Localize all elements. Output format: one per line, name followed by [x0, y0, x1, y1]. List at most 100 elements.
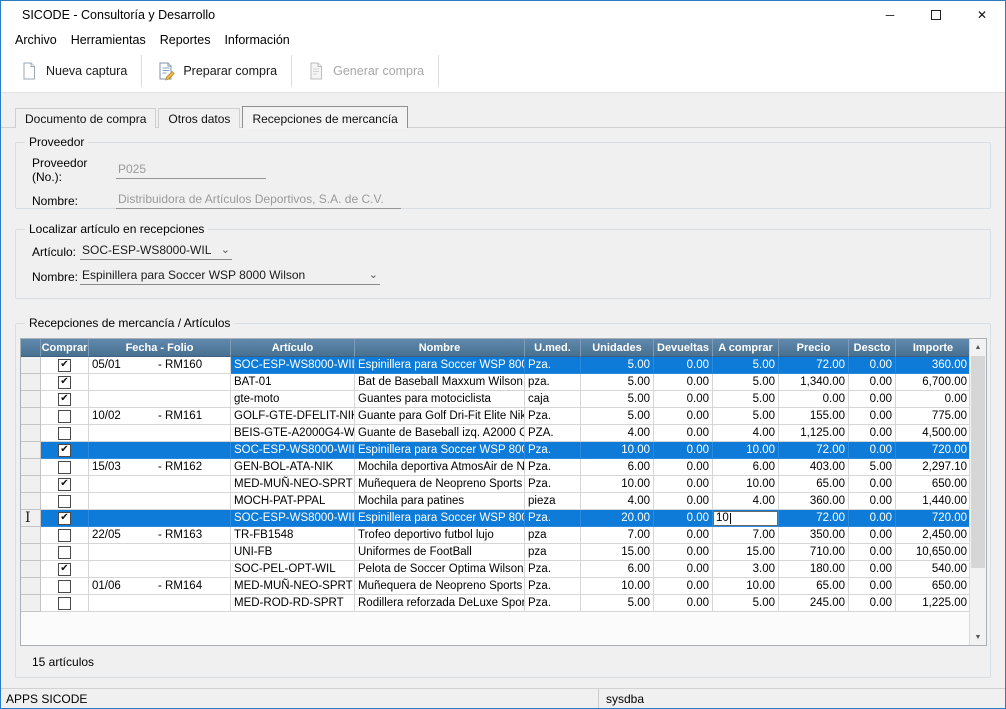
- cell-umed[interactable]: Pza.: [525, 408, 581, 425]
- cell-descto[interactable]: 5.00: [849, 459, 896, 476]
- cell-unidades[interactable]: 15.00: [581, 544, 654, 561]
- cell-precio[interactable]: 350.00: [779, 527, 849, 544]
- nueva-captura-button[interactable]: Nueva captura: [7, 54, 139, 88]
- column-header-1[interactable]: Comprar: [41, 339, 89, 357]
- cell-comprar[interactable]: ✔: [41, 476, 89, 493]
- cell-comprar[interactable]: [41, 527, 89, 544]
- row-indicator[interactable]: [21, 408, 41, 425]
- cell-precio[interactable]: 180.00: [779, 561, 849, 578]
- cell-importe[interactable]: 540.00: [896, 561, 971, 578]
- cell-fecha-folio[interactable]: [89, 510, 231, 527]
- cell-devueltas[interactable]: 0.00: [654, 595, 713, 612]
- cell-fecha-folio[interactable]: [89, 595, 231, 612]
- cell-articulo[interactable]: GEN-BOL-ATA-NIK: [231, 459, 355, 476]
- cell-devueltas[interactable]: 0.00: [654, 510, 713, 527]
- cell-articulo[interactable]: SOC-ESP-WS8000-WIL: [231, 510, 355, 527]
- preparar-compra-button[interactable]: Preparar compra: [144, 54, 289, 88]
- comprar-checkbox[interactable]: [58, 495, 71, 508]
- cell-precio[interactable]: 403.00: [779, 459, 849, 476]
- cell-articulo[interactable]: SOC-ESP-WS8000-WIL: [231, 442, 355, 459]
- cell-precio[interactable]: 360.00: [779, 493, 849, 510]
- cell-descto[interactable]: 0.00: [849, 510, 896, 527]
- comprar-checkbox[interactable]: ✔: [58, 512, 71, 525]
- cell-nombre[interactable]: Pelota de Soccer Optima Wilson: [355, 561, 525, 578]
- cell-fecha-folio[interactable]: [89, 374, 231, 391]
- cell-acomprar[interactable]: 5.00: [713, 595, 779, 612]
- cell-nombre[interactable]: Uniformes de FootBall: [355, 544, 525, 561]
- cell-devueltas[interactable]: 0.00: [654, 357, 713, 374]
- row-indicator[interactable]: [21, 561, 41, 578]
- cell-comprar[interactable]: [41, 578, 89, 595]
- acomprar-edit-input[interactable]: 10: [713, 511, 778, 526]
- column-header-5[interactable]: U.med.: [525, 339, 581, 357]
- cell-nombre[interactable]: Muñequera de Neopreno Sports: [355, 476, 525, 493]
- comprar-checkbox[interactable]: ✔: [58, 376, 71, 389]
- cell-precio[interactable]: 72.00: [779, 442, 849, 459]
- cell-articulo[interactable]: TR-FB1548: [231, 527, 355, 544]
- cell-descto[interactable]: 0.00: [849, 476, 896, 493]
- cell-nombre[interactable]: Guantes para motociclista: [355, 391, 525, 408]
- column-header-indicator[interactable]: [21, 339, 41, 357]
- menu-herramientas[interactable]: Herramientas: [64, 33, 153, 47]
- cell-comprar[interactable]: [41, 595, 89, 612]
- cell-precio[interactable]: 1,340.00: [779, 374, 849, 391]
- cell-descto[interactable]: 0.00: [849, 374, 896, 391]
- cell-unidades[interactable]: 4.00: [581, 425, 654, 442]
- cell-devueltas[interactable]: 0.00: [654, 493, 713, 510]
- cell-devueltas[interactable]: 0.00: [654, 408, 713, 425]
- cell-comprar[interactable]: [41, 425, 89, 442]
- cell-comprar[interactable]: ✔: [41, 510, 89, 527]
- tab-otros-datos[interactable]: Otros datos: [158, 108, 240, 128]
- cell-fecha-folio[interactable]: 22/05- RM163: [89, 527, 231, 544]
- cell-nombre[interactable]: Rodillera reforzada DeLuxe Sports: [355, 595, 525, 612]
- cell-fecha-folio[interactable]: [89, 544, 231, 561]
- cell-fecha-folio[interactable]: 01/06- RM164: [89, 578, 231, 595]
- comprar-checkbox[interactable]: [58, 461, 71, 474]
- cell-articulo[interactable]: BAT-01: [231, 374, 355, 391]
- cell-unidades[interactable]: 5.00: [581, 595, 654, 612]
- cell-devueltas[interactable]: 0.00: [654, 442, 713, 459]
- comprar-checkbox[interactable]: [58, 529, 71, 542]
- cell-unidades[interactable]: 6.00: [581, 561, 654, 578]
- row-indicator[interactable]: [21, 374, 41, 391]
- articulo-combobox[interactable]: SOC-ESP-WS8000-WIL ⌄: [80, 243, 232, 260]
- cell-importe[interactable]: 650.00: [896, 476, 971, 493]
- cell-acomprar[interactable]: 10.00: [713, 442, 779, 459]
- cell-descto[interactable]: 0.00: [849, 561, 896, 578]
- cell-nombre[interactable]: Bat de Baseball Maxxum Wilson: [355, 374, 525, 391]
- cell-precio[interactable]: 0.00: [779, 391, 849, 408]
- cell-devueltas[interactable]: 0.00: [654, 578, 713, 595]
- comprar-checkbox[interactable]: [58, 427, 71, 440]
- cell-comprar[interactable]: [41, 408, 89, 425]
- cell-fecha-folio[interactable]: [89, 476, 231, 493]
- proveedor-no-field[interactable]: P025: [116, 162, 266, 179]
- cell-importe[interactable]: 4,500.00: [896, 425, 971, 442]
- row-indicator[interactable]: [21, 459, 41, 476]
- minimize-button[interactable]: ─: [867, 1, 913, 29]
- row-indicator[interactable]: [21, 578, 41, 595]
- cell-nombre[interactable]: Espinillera para Soccer WSP 8000 Wils: [355, 357, 525, 374]
- cell-umed[interactable]: Pza.: [525, 510, 581, 527]
- comprar-checkbox[interactable]: ✔: [58, 478, 71, 491]
- cell-precio[interactable]: 65.00: [779, 476, 849, 493]
- cell-unidades[interactable]: 5.00: [581, 391, 654, 408]
- cell-articulo[interactable]: SOC-ESP-WS8000-WIL: [231, 357, 355, 374]
- menu-informacion[interactable]: Información: [217, 33, 296, 47]
- titlebar[interactable]: SICODE - Consultoría y Desarrollo ─ ✕: [1, 1, 1005, 29]
- tab-documento-de-compra[interactable]: Documento de compra: [15, 108, 156, 128]
- row-indicator[interactable]: I: [21, 510, 41, 527]
- cell-umed[interactable]: Pza.: [525, 561, 581, 578]
- cell-acomprar[interactable]: 5.00: [713, 391, 779, 408]
- comprar-checkbox[interactable]: ✔: [58, 393, 71, 406]
- cell-nombre[interactable]: Muñequera de Neopreno Sports: [355, 578, 525, 595]
- cell-importe[interactable]: 6,700.00: [896, 374, 971, 391]
- cell-importe[interactable]: 2,297.10: [896, 459, 971, 476]
- row-indicator[interactable]: [21, 357, 41, 374]
- cell-umed[interactable]: Pza.: [525, 578, 581, 595]
- generar-compra-button[interactable]: Generar compra: [294, 54, 436, 88]
- grid-vertical-scrollbar[interactable]: ▲ ▼: [969, 339, 986, 645]
- comprar-checkbox[interactable]: [58, 597, 71, 610]
- column-header-2[interactable]: Fecha - Folio: [89, 339, 231, 357]
- column-header-11[interactable]: Importe: [896, 339, 971, 357]
- cell-descto[interactable]: 0.00: [849, 595, 896, 612]
